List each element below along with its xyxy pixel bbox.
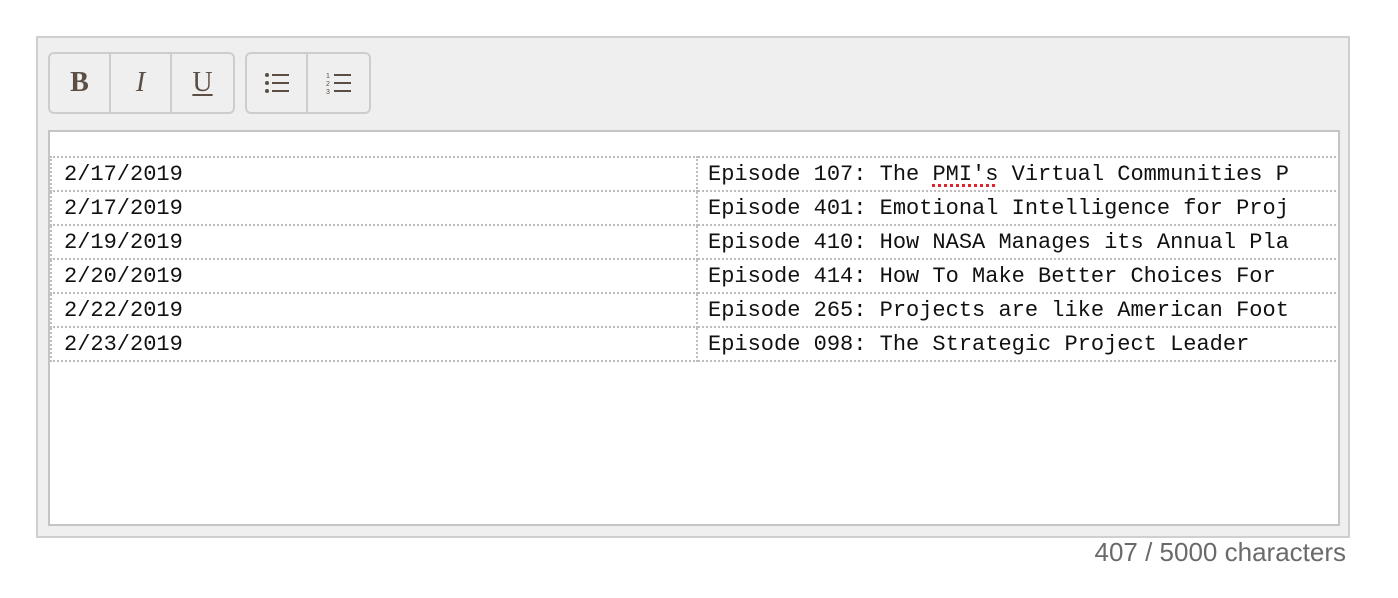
date-cell[interactable]: 2/22/2019 [50, 292, 698, 328]
numbered-list-icon: 1 2 3 [326, 73, 351, 95]
italic-button[interactable]: I [111, 54, 172, 112]
table-row: 2/19/2019 Episode 410: How NASA Manages … [50, 224, 1338, 260]
text-style-group: B I U [48, 52, 235, 114]
formatting-toolbar: B I U 1 2 3 [48, 52, 371, 114]
title-cell[interactable]: Episode 098: The Strategic Project Leade… [696, 326, 1338, 362]
bold-button[interactable]: B [50, 54, 111, 112]
date-cell[interactable]: 2/19/2019 [50, 224, 698, 260]
editor-content-area[interactable]: 2/17/2019 Episode 107: The PMI's Virtual… [48, 130, 1340, 526]
table-row: 2/22/2019 Episode 265: Projects are like… [50, 292, 1338, 328]
table-row: 2/17/2019 Episode 401: Emotional Intelli… [50, 190, 1338, 226]
list-group: 1 2 3 [245, 52, 371, 114]
table-row: 2/23/2019 Episode 098: The Strategic Pro… [50, 326, 1338, 362]
table-row: 2/20/2019 Episode 414: How To Make Bette… [50, 258, 1338, 294]
character-counter: 407 / 5000 characters [1094, 537, 1347, 567]
title-cell[interactable]: Episode 107: The PMI's Virtual Communiti… [696, 156, 1338, 192]
bulleted-list-button[interactable] [247, 54, 308, 112]
svg-text:3: 3 [326, 89, 330, 95]
date-cell[interactable]: 2/23/2019 [50, 326, 698, 362]
bold-icon: B [70, 67, 89, 98]
title-cell[interactable]: Episode 414: How To Make Better Choices … [696, 258, 1338, 294]
title-cell[interactable]: Episode 265: Projects are like American … [696, 292, 1338, 328]
date-cell[interactable]: 2/17/2019 [50, 156, 698, 192]
underline-button[interactable]: U [172, 54, 233, 112]
rich-text-editor: B I U 1 2 3 2/17/2019 Episode 107: The P… [36, 36, 1350, 538]
episode-table: 2/17/2019 Episode 107: The PMI's Virtual… [50, 156, 1338, 362]
italic-icon: I [135, 67, 146, 98]
svg-text:1: 1 [326, 73, 330, 80]
bulleted-list-icon [264, 73, 289, 93]
date-cell[interactable]: 2/20/2019 [50, 258, 698, 294]
date-cell[interactable]: 2/17/2019 [50, 190, 698, 226]
table-row: 2/17/2019 Episode 107: The PMI's Virtual… [50, 156, 1338, 192]
title-cell[interactable]: Episode 410: How NASA Manages its Annual… [696, 224, 1338, 260]
title-text-end: Virtual Communities P [998, 161, 1289, 187]
title-text-start: Episode 107: The [708, 161, 933, 187]
underline-icon: U [192, 67, 213, 98]
numbered-list-button[interactable]: 1 2 3 [308, 54, 369, 112]
misspelled-word[interactable]: PMI's [932, 162, 998, 187]
title-cell[interactable]: Episode 401: Emotional Intelligence for … [696, 190, 1338, 226]
svg-text:2: 2 [326, 81, 330, 88]
